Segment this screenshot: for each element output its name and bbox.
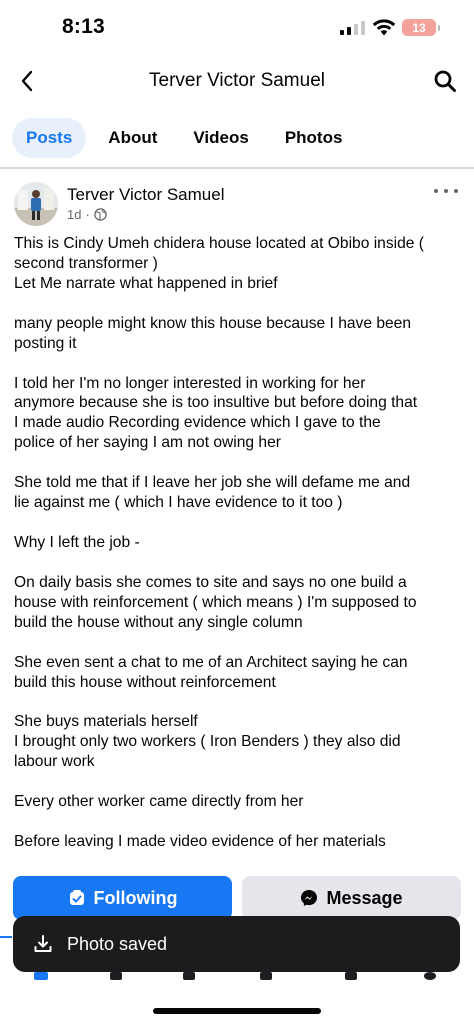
- globe-icon: [94, 208, 107, 221]
- home-indicator[interactable]: [153, 1008, 321, 1014]
- nav-friends-icon[interactable]: [110, 972, 122, 980]
- post-paragraph: Why I left the job -: [14, 533, 140, 551]
- search-icon: [434, 70, 456, 92]
- following-button[interactable]: Following: [13, 876, 232, 920]
- profile-tabs: Posts About Videos Photos: [12, 116, 364, 160]
- post-author[interactable]: Terver Victor Samuel: [67, 185, 224, 205]
- post-paragraph: I told her I'm no longer interested in w…: [14, 374, 418, 452]
- post-paragraph: many people might know this house becaus…: [14, 314, 412, 352]
- message-label: Message: [326, 887, 403, 908]
- battery-level: 13: [412, 20, 426, 35]
- download-icon: [34, 935, 52, 952]
- post-paragraph: She told me that if I leave her job she …: [14, 474, 411, 512]
- search-button[interactable]: [430, 66, 460, 96]
- photo-saved-toast: Photo saved: [13, 916, 460, 972]
- meta-separator: ·: [85, 207, 90, 222]
- nav-home-icon[interactable]: [34, 972, 48, 980]
- post-paragraph: Before leaving I made video evidence of …: [14, 833, 386, 851]
- page-title: Terver Victor Samuel: [149, 70, 325, 91]
- dot-icon: [454, 189, 458, 193]
- nav-notifications-icon[interactable]: [345, 972, 357, 980]
- wifi-icon: [372, 19, 396, 36]
- dot-icon: [434, 189, 438, 193]
- message-button[interactable]: Message: [242, 876, 461, 920]
- post-time[interactable]: 1d: [67, 207, 81, 222]
- battery-indicator: 13: [402, 19, 440, 36]
- messenger-icon: [301, 890, 318, 906]
- following-label: Following: [93, 887, 178, 908]
- back-button[interactable]: [12, 66, 42, 96]
- avatar[interactable]: [14, 182, 58, 226]
- tab-about[interactable]: About: [94, 118, 171, 158]
- signal-icon: [340, 21, 365, 35]
- following-check-icon: [69, 890, 84, 905]
- post-paragraph: This is Cindy Umeh chidera house located…: [14, 235, 424, 292]
- toast-label: Photo saved: [67, 933, 168, 954]
- nav-video-icon[interactable]: [183, 972, 195, 980]
- status-bar: 8:13 13: [0, 0, 474, 56]
- dot-icon: [444, 189, 448, 193]
- post-paragraph: Every other worker came directly from he…: [14, 793, 304, 811]
- status-time: 8:13: [62, 15, 105, 38]
- post-paragraph: She buys materials herself I brought onl…: [14, 713, 401, 771]
- nav-marketplace-icon[interactable]: [260, 972, 272, 980]
- tab-posts[interactable]: Posts: [12, 118, 87, 158]
- tab-videos[interactable]: Videos: [179, 118, 262, 158]
- tabs-divider: [0, 167, 474, 169]
- post-paragraph: On daily basis she comes to site and say…: [14, 573, 417, 631]
- post-paragraph: She even sent a chat to me of an Archite…: [14, 653, 408, 691]
- post-text: This is Cindy Umeh chidera house located…: [14, 234, 466, 852]
- post-meta: 1d ·: [67, 207, 107, 222]
- tab-photos[interactable]: Photos: [271, 118, 357, 158]
- nav-menu-icon[interactable]: [424, 972, 436, 980]
- avatar-image: [14, 182, 58, 226]
- profile-header: Terver Victor Samuel: [0, 56, 474, 106]
- chevron-left-icon: [21, 70, 33, 92]
- post-more-options-button[interactable]: [434, 184, 458, 198]
